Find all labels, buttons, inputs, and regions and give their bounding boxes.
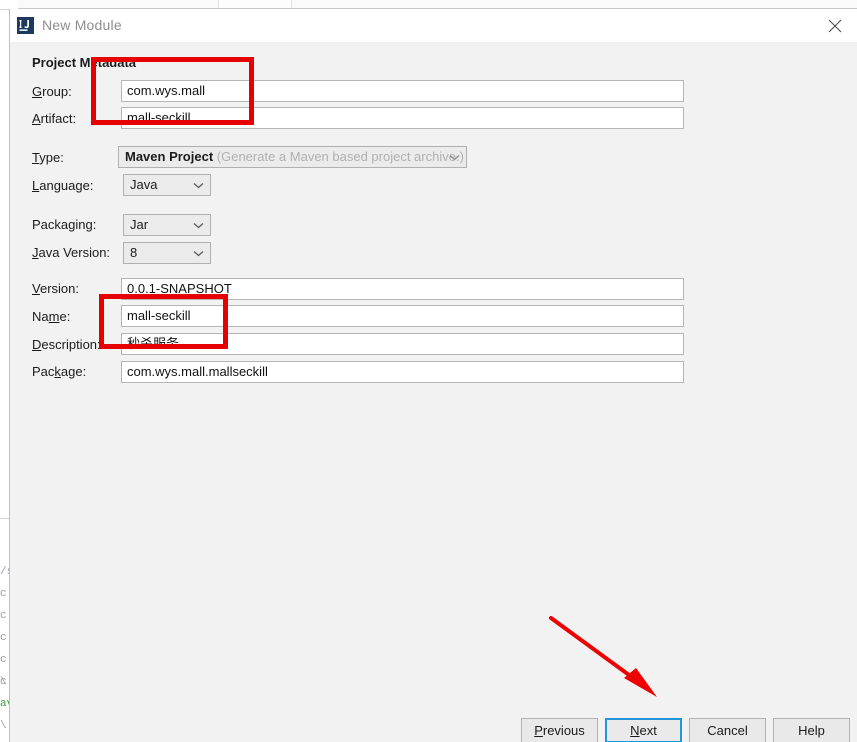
gutter-text-line: c bbox=[0, 588, 7, 600]
chevron-down-icon bbox=[193, 243, 204, 263]
label-artifact: Artifact: bbox=[32, 111, 76, 126]
gutter-text-line: c bbox=[0, 632, 7, 644]
dialog-title: New Module bbox=[42, 17, 122, 33]
button-label: Cancel bbox=[707, 723, 748, 738]
label-name: Name: bbox=[32, 309, 70, 324]
intellij-idea-icon bbox=[17, 17, 34, 34]
label-type: Type: bbox=[32, 150, 64, 165]
gutter-text-line: c bbox=[0, 610, 7, 622]
label-text: Pac bbox=[32, 364, 55, 379]
label-description: Description: bbox=[32, 337, 101, 352]
label-mnemonic: D bbox=[32, 337, 42, 352]
button-mnemonic: P bbox=[534, 723, 543, 738]
next-button[interactable]: Next bbox=[605, 718, 682, 742]
label-java-version: Java Version: bbox=[32, 245, 110, 260]
type-hint: (Generate a Maven based project archive.… bbox=[216, 149, 464, 164]
label-group: Group: bbox=[32, 84, 72, 99]
button-label: Help bbox=[798, 723, 825, 738]
screenshot-root: /s c c c c c \ av \ New Module Project M… bbox=[0, 0, 857, 742]
name-input[interactable]: mall-seckill bbox=[121, 305, 684, 327]
new-module-dialog: New Module Project Metadata Group: com.w… bbox=[9, 9, 857, 742]
label-text: ype: bbox=[39, 150, 64, 165]
description-input[interactable]: 秒杀服务 bbox=[121, 333, 684, 355]
java-version-combobox[interactable]: 8 bbox=[123, 242, 211, 264]
label-text: age: bbox=[60, 364, 87, 379]
dialog-content: Project Metadata Group: com.wys.mall Art… bbox=[10, 42, 857, 742]
gutter-text-line: c bbox=[0, 654, 7, 666]
label-mnemonic: A bbox=[32, 111, 41, 126]
label-packaging: Packaging: bbox=[32, 217, 96, 232]
label-mnemonic: V bbox=[32, 281, 40, 296]
label-text: Na bbox=[32, 309, 49, 324]
label-text: roup: bbox=[42, 84, 72, 99]
label-package: Package: bbox=[32, 364, 86, 379]
group-input[interactable]: com.wys.mall bbox=[121, 80, 684, 102]
dialog-titlebar: New Module bbox=[10, 9, 857, 43]
button-label: ext bbox=[639, 723, 657, 738]
packaging-value: Jar bbox=[130, 217, 149, 232]
close-icon[interactable] bbox=[812, 9, 857, 42]
gutter-text-line: \ bbox=[0, 676, 7, 688]
button-label: revious bbox=[542, 723, 585, 738]
chevron-down-icon bbox=[449, 147, 460, 167]
chevron-down-icon bbox=[193, 175, 204, 195]
label-text: ing: bbox=[75, 217, 97, 232]
label-language: Language: bbox=[32, 178, 93, 193]
label-mnemonic: G bbox=[32, 84, 43, 99]
help-button[interactable]: Help bbox=[773, 718, 850, 742]
page-title: Project Metadata bbox=[32, 55, 137, 70]
label-text: e: bbox=[59, 309, 71, 324]
artifact-input[interactable]: mall-seckill bbox=[121, 107, 684, 129]
background-window-top bbox=[0, 0, 857, 8]
label-mnemonic: m bbox=[48, 309, 60, 324]
label-text: Packa bbox=[32, 217, 69, 232]
label-version: Version: bbox=[32, 281, 79, 296]
version-input[interactable]: 0.0.1-SNAPSHOT bbox=[121, 278, 684, 300]
type-combobox[interactable]: Maven Project (Generate a Maven based pr… bbox=[118, 146, 467, 168]
language-combobox[interactable]: Java bbox=[123, 174, 211, 196]
label-text: ava Version: bbox=[38, 245, 111, 260]
gutter-text-line: \ bbox=[0, 720, 7, 732]
label-text: escription: bbox=[41, 337, 101, 352]
chevron-down-icon bbox=[193, 215, 204, 235]
button-mnemonic: N bbox=[630, 723, 640, 738]
previous-button[interactable]: Previous bbox=[521, 718, 598, 742]
label-text: anguage: bbox=[39, 178, 94, 193]
label-text: rtifact: bbox=[40, 111, 77, 126]
language-value: Java bbox=[130, 177, 158, 192]
cancel-button[interactable]: Cancel bbox=[689, 718, 766, 742]
java-version-value: 8 bbox=[130, 245, 138, 260]
package-input[interactable]: com.wys.mall.mallseckill bbox=[121, 361, 684, 383]
label-text: ersion: bbox=[39, 281, 79, 296]
type-value: Maven Project bbox=[125, 149, 214, 164]
packaging-combobox[interactable]: Jar bbox=[123, 214, 211, 236]
